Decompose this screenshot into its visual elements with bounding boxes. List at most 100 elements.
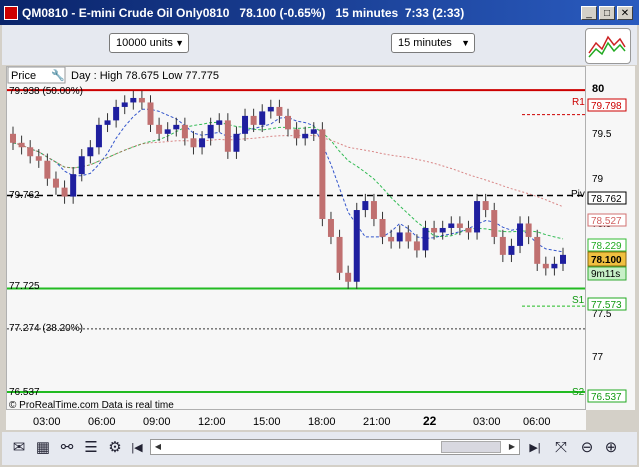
- candle: [181, 124, 188, 139]
- candle: [353, 210, 360, 282]
- x-tick: 12:00: [198, 416, 226, 428]
- candle: [362, 201, 369, 211]
- units-select[interactable]: 10000 units ▼: [109, 33, 189, 53]
- ma-price-box: 78.527: [591, 216, 622, 227]
- list-icon[interactable]: ☰: [80, 437, 102, 459]
- candle: [482, 201, 489, 211]
- time-axis: 03:00 06:00 09:00 12:00 15:00 18:00 21:0…: [6, 410, 586, 430]
- toolbar: 10000 units ▼ 15 minutes ▼: [2, 25, 637, 65]
- scroll-right-icon[interactable]: ▶: [505, 440, 519, 454]
- x-tick: 06:00: [88, 416, 116, 428]
- window-title: QM0810 - E-mini Crude Oil Only0810 78.10…: [22, 6, 465, 20]
- ma-price-box-2: 78.229: [591, 241, 622, 252]
- zoom-out-icon[interactable]: ⊖: [576, 437, 598, 459]
- candle: [113, 106, 120, 121]
- candle: [542, 263, 549, 269]
- units-select-value: 10000 units: [116, 37, 173, 49]
- candle: [319, 129, 326, 220]
- candle: [44, 160, 51, 179]
- bottom-toolbar: ✉ ▦ ⚯ ☰ ⚙ |◀ ◀ ▶ ▶| ⤧ ⊖ ⊕: [2, 432, 637, 465]
- s1-price-box: 77.573: [591, 300, 622, 311]
- candle: [491, 210, 498, 237]
- chevron-down-icon: ▼: [175, 38, 184, 48]
- ma-slow-line: [12, 121, 564, 240]
- candle: [345, 272, 352, 282]
- price-chart[interactable]: Price 🔧 Day : High 78.675 Low 77.775 79.…: [7, 67, 585, 409]
- candle: [525, 223, 532, 237]
- close-icon[interactable]: ✕: [617, 6, 633, 20]
- candle: [242, 115, 249, 134]
- candle: [551, 263, 558, 269]
- candle: [27, 147, 34, 157]
- scroll-left-icon[interactable]: ◀: [151, 440, 165, 454]
- candle: [164, 129, 171, 134]
- candle: [422, 227, 429, 251]
- candle: [130, 97, 137, 103]
- x-tick: 18:00: [308, 416, 336, 428]
- candle: [216, 120, 223, 125]
- interval-select-value: 15 minutes: [398, 37, 452, 49]
- scroll-right-far-icon[interactable]: ▶|: [524, 437, 546, 459]
- candle: [456, 223, 463, 228]
- candle: [508, 245, 515, 255]
- fib38-label: 77.274 (38.20%): [9, 323, 83, 334]
- s2-price-box: 76.537: [591, 392, 622, 403]
- countdown-box: 9m11s: [591, 269, 620, 280]
- candle: [517, 223, 524, 246]
- footer-text: © ProRealTime.com Data is real time: [9, 400, 174, 409]
- wrench-icon[interactable]: 🔧: [51, 68, 65, 82]
- candle: [370, 201, 377, 220]
- candle: [250, 115, 257, 125]
- binoculars-icon[interactable]: ⚯: [56, 437, 78, 459]
- minimize-icon[interactable]: _: [581, 6, 597, 20]
- candle: [147, 102, 154, 125]
- time-scrollbar[interactable]: ◀ ▶: [150, 439, 520, 455]
- scroll-left-far-icon[interactable]: |◀: [126, 437, 148, 459]
- price-axis[interactable]: 80 79.5 79 78.5 78 77.5 77 79.798 78.762…: [586, 66, 635, 410]
- candle: [439, 227, 446, 233]
- chart-settings-icon[interactable]: ⚙: [104, 437, 126, 459]
- candle: [327, 219, 334, 237]
- bottom-label: 76.537: [9, 387, 40, 398]
- x-tick: 09:00: [143, 416, 171, 428]
- pivot-line-label: Piv: [571, 189, 585, 200]
- candle: [448, 223, 455, 228]
- s2-label: S2: [572, 387, 585, 398]
- candle: [388, 236, 395, 242]
- envelope-icon[interactable]: ✉: [8, 437, 30, 459]
- y-tick: 79: [592, 174, 604, 185]
- candle: [199, 138, 206, 148]
- maximize-icon[interactable]: □: [599, 6, 615, 20]
- calendar-icon[interactable]: ▦: [32, 437, 54, 459]
- candle: [61, 187, 68, 197]
- candle: [285, 115, 291, 130]
- s1-label: S1: [572, 295, 585, 306]
- r1-label: R1: [572, 97, 585, 108]
- candle: [35, 156, 42, 161]
- last-price-box: 78.100: [591, 255, 622, 266]
- candle: [10, 133, 16, 143]
- x-tick: 15:00: [253, 416, 281, 428]
- candle: [121, 102, 128, 107]
- zoom-in-icon[interactable]: ⊕: [600, 437, 622, 459]
- candle: [190, 138, 197, 148]
- candle: [104, 120, 111, 125]
- candle: [87, 147, 94, 157]
- candle: [431, 227, 438, 233]
- y-tick: 80: [592, 83, 604, 95]
- y-tick: 79.5: [592, 129, 612, 140]
- candle: [267, 106, 274, 112]
- candle: [224, 120, 231, 152]
- candle: [52, 178, 59, 188]
- interval-select[interactable]: 15 minutes ▼: [391, 33, 475, 53]
- price-tab-label: Price: [11, 70, 36, 82]
- scrollbar-thumb[interactable]: [441, 441, 501, 453]
- indicators-chart-icon[interactable]: [585, 28, 631, 64]
- x-tick: 03:00: [33, 416, 61, 428]
- x-tick-day: 22: [423, 414, 437, 428]
- candle: [259, 111, 266, 125]
- zoom-fit-icon[interactable]: ⤧: [550, 437, 572, 459]
- chart-panel[interactable]: Price 🔧 Day : High 78.675 Low 77.775 79.…: [6, 66, 586, 410]
- candle: [302, 133, 309, 139]
- candle: [138, 97, 145, 103]
